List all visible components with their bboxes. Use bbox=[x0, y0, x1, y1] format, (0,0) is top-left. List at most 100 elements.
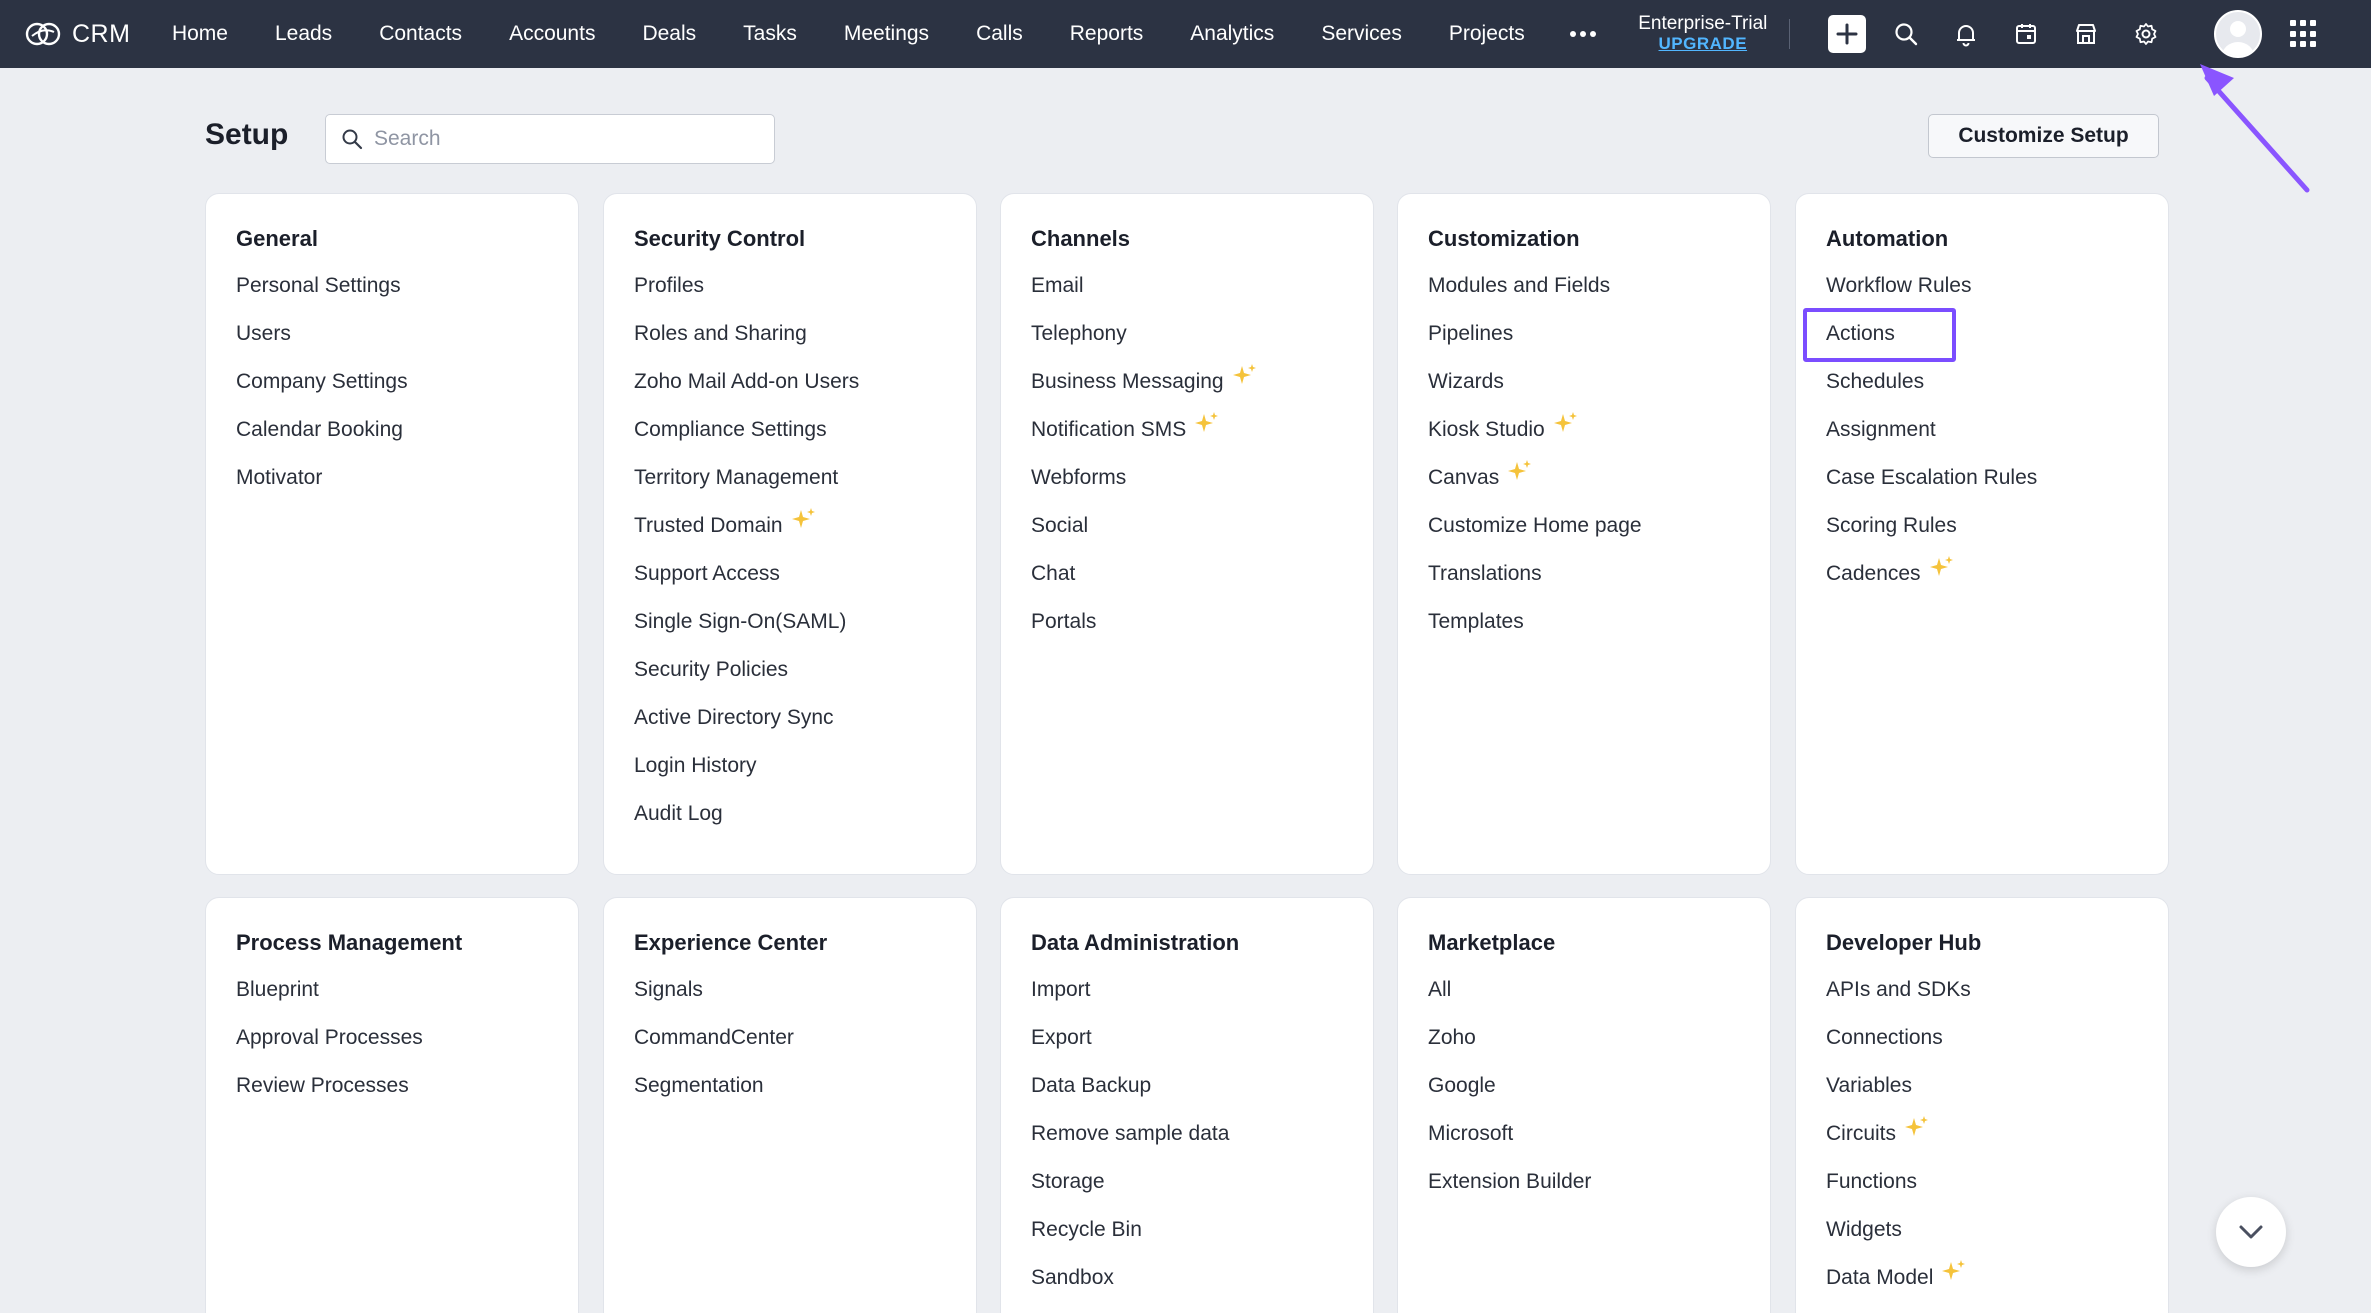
setup-link-approval-processes[interactable]: Approval Processes bbox=[236, 1014, 548, 1062]
setup-link-recycle-bin[interactable]: Recycle Bin bbox=[1031, 1206, 1343, 1254]
setup-link-single-sign-on-saml[interactable]: Single Sign-On(SAML) bbox=[634, 598, 946, 646]
setup-link-functions[interactable]: Functions bbox=[1826, 1158, 2138, 1206]
search-input[interactable] bbox=[374, 127, 754, 151]
nav-item-contacts[interactable]: Contacts bbox=[356, 22, 486, 46]
setup-link-variables[interactable]: Variables bbox=[1826, 1062, 2138, 1110]
bell-icon[interactable] bbox=[1946, 14, 1986, 54]
setup-link-sandbox[interactable]: Sandbox bbox=[1031, 1254, 1343, 1302]
plus-icon[interactable] bbox=[1828, 15, 1867, 53]
setup-link-territory-management[interactable]: Territory Management bbox=[634, 454, 946, 502]
setup-link-schedules[interactable]: Schedules bbox=[1826, 358, 2138, 406]
setup-link-portals[interactable]: Portals bbox=[1031, 598, 1343, 646]
calendar-icon[interactable] bbox=[2006, 14, 2046, 54]
setup-link-remove-sample-data[interactable]: Remove sample data bbox=[1031, 1110, 1343, 1158]
customize-setup-button[interactable]: Customize Setup bbox=[1928, 114, 2159, 158]
setup-link-segmentation[interactable]: Segmentation bbox=[634, 1062, 946, 1110]
card-data-administration: Data Administration Import Export Data Back… bbox=[1000, 897, 1374, 1313]
setup-link-all[interactable]: All bbox=[1428, 966, 1740, 1014]
store-icon[interactable] bbox=[2066, 14, 2106, 54]
nav-item-calls[interactable]: Calls bbox=[953, 22, 1047, 46]
setup-link-export[interactable]: Export bbox=[1031, 1014, 1343, 1062]
setup-link-templates[interactable]: Templates bbox=[1428, 598, 1740, 646]
nav-item-projects[interactable]: Projects bbox=[1425, 22, 1548, 46]
setup-link-workflow-rules[interactable]: Workflow Rules bbox=[1826, 262, 2138, 310]
setup-link-label: Microsoft bbox=[1428, 1122, 1514, 1145]
setup-link-commandcenter[interactable]: CommandCenter bbox=[634, 1014, 946, 1062]
setup-link-company-settings[interactable]: Company Settings bbox=[236, 358, 548, 406]
setup-link-blueprint[interactable]: Blueprint bbox=[236, 966, 548, 1014]
setup-link-canvas[interactable]: Canvas bbox=[1428, 454, 1740, 502]
setup-link-signals[interactable]: Signals bbox=[634, 966, 946, 1014]
setup-link-label: Segmentation bbox=[634, 1074, 764, 1097]
setup-link-kiosk-studio[interactable]: Kiosk Studio bbox=[1428, 406, 1740, 454]
setup-link-zoho[interactable]: Zoho bbox=[1428, 1014, 1740, 1062]
crm-logo[interactable]: CRM bbox=[24, 19, 130, 49]
upgrade-link[interactable]: UPGRADE bbox=[1659, 34, 1748, 54]
setup-link-review-processes[interactable]: Review Processes bbox=[236, 1062, 548, 1110]
setup-link-security-policies[interactable]: Security Policies bbox=[634, 646, 946, 694]
setup-link-storage[interactable]: Storage bbox=[1031, 1158, 1343, 1206]
trial-label: Enterprise-Trial bbox=[1638, 13, 1768, 35]
nav-item-tasks[interactable]: Tasks bbox=[720, 22, 821, 46]
setup-link-business-messaging[interactable]: Business Messaging bbox=[1031, 358, 1343, 406]
setup-link-webforms[interactable]: Webforms bbox=[1031, 454, 1343, 502]
ellipsis-icon[interactable] bbox=[1548, 31, 1618, 37]
setup-link-cadences[interactable]: Cadences bbox=[1826, 550, 2138, 598]
setup-link-roles-and-sharing[interactable]: Roles and Sharing bbox=[634, 310, 946, 358]
setup-link-extension-builder[interactable]: Extension Builder bbox=[1428, 1158, 1740, 1206]
nav-item-analytics[interactable]: Analytics bbox=[1167, 22, 1298, 46]
setup-link-audit-log[interactable]: Audit Log bbox=[634, 790, 946, 838]
nav-item-deals[interactable]: Deals bbox=[619, 22, 720, 46]
setup-link-login-history[interactable]: Login History bbox=[634, 742, 946, 790]
setup-link-connections[interactable]: Connections bbox=[1826, 1014, 2138, 1062]
setup-link-import[interactable]: Import bbox=[1031, 966, 1343, 1014]
toolbar-divider bbox=[1789, 19, 1791, 49]
setup-link-customize-home-page[interactable]: Customize Home page bbox=[1428, 502, 1740, 550]
setup-link-pipelines[interactable]: Pipelines bbox=[1428, 310, 1740, 358]
nav-item-leads[interactable]: Leads bbox=[251, 22, 355, 46]
setup-link-circuits[interactable]: Circuits bbox=[1826, 1110, 2138, 1158]
setup-link-scoring-rules[interactable]: Scoring Rules bbox=[1826, 502, 2138, 550]
setup-link-case-escalation-rules[interactable]: Case Escalation Rules bbox=[1826, 454, 2138, 502]
nav-item-meetings[interactable]: Meetings bbox=[820, 22, 952, 46]
setup-link-actions[interactable]: Actions bbox=[1826, 310, 2138, 358]
nav-item-accounts[interactable]: Accounts bbox=[486, 22, 619, 46]
setup-link-data-backup[interactable]: Data Backup bbox=[1031, 1062, 1343, 1110]
setup-link-personal-settings[interactable]: Personal Settings bbox=[236, 262, 548, 310]
setup-link-social[interactable]: Social bbox=[1031, 502, 1343, 550]
setup-link-profiles[interactable]: Profiles bbox=[634, 262, 946, 310]
setup-link-support-access[interactable]: Support Access bbox=[634, 550, 946, 598]
setup-link-compliance-settings[interactable]: Compliance Settings bbox=[634, 406, 946, 454]
setup-link-calendar-booking[interactable]: Calendar Booking bbox=[236, 406, 548, 454]
setup-link-wizards[interactable]: Wizards bbox=[1428, 358, 1740, 406]
setup-link-users[interactable]: Users bbox=[236, 310, 548, 358]
nav-item-services[interactable]: Services bbox=[1298, 22, 1426, 46]
setup-link-motivator[interactable]: Motivator bbox=[236, 454, 548, 502]
sparkle-icon bbox=[1941, 1255, 1967, 1281]
setup-link-translations[interactable]: Translations bbox=[1428, 550, 1740, 598]
setup-link-label: Templates bbox=[1428, 610, 1524, 633]
setup-link-chat[interactable]: Chat bbox=[1031, 550, 1343, 598]
setup-link-label: All bbox=[1428, 978, 1452, 1001]
apps-grid-icon[interactable] bbox=[2290, 20, 2318, 48]
setup-link-telephony[interactable]: Telephony bbox=[1031, 310, 1343, 358]
setup-link-trusted-domain[interactable]: Trusted Domain bbox=[634, 502, 946, 550]
setup-link-data-model[interactable]: Data Model bbox=[1826, 1254, 2138, 1302]
setup-link-assignment[interactable]: Assignment bbox=[1826, 406, 2138, 454]
nav-item-home[interactable]: Home bbox=[148, 22, 251, 46]
setup-link-apis-and-sdks[interactable]: APIs and SDKs bbox=[1826, 966, 2138, 1014]
setup-link-microsoft[interactable]: Microsoft bbox=[1428, 1110, 1740, 1158]
setup-link-email[interactable]: Email bbox=[1031, 262, 1343, 310]
gear-icon[interactable] bbox=[2126, 14, 2166, 54]
setup-link-widgets[interactable]: Widgets bbox=[1826, 1206, 2138, 1254]
search-icon[interactable] bbox=[1886, 14, 1926, 54]
scroll-down-button[interactable] bbox=[2216, 1197, 2286, 1267]
setup-link-zoho-mail-add-on-users[interactable]: Zoho Mail Add-on Users bbox=[634, 358, 946, 406]
setup-link-notification-sms[interactable]: Notification SMS bbox=[1031, 406, 1343, 454]
setup-search[interactable] bbox=[325, 114, 775, 164]
setup-link-active-directory-sync[interactable]: Active Directory Sync bbox=[634, 694, 946, 742]
avatar[interactable] bbox=[2214, 10, 2263, 58]
nav-item-reports[interactable]: Reports bbox=[1046, 22, 1167, 46]
setup-link-google[interactable]: Google bbox=[1428, 1062, 1740, 1110]
setup-link-modules-and-fields[interactable]: Modules and Fields bbox=[1428, 262, 1740, 310]
